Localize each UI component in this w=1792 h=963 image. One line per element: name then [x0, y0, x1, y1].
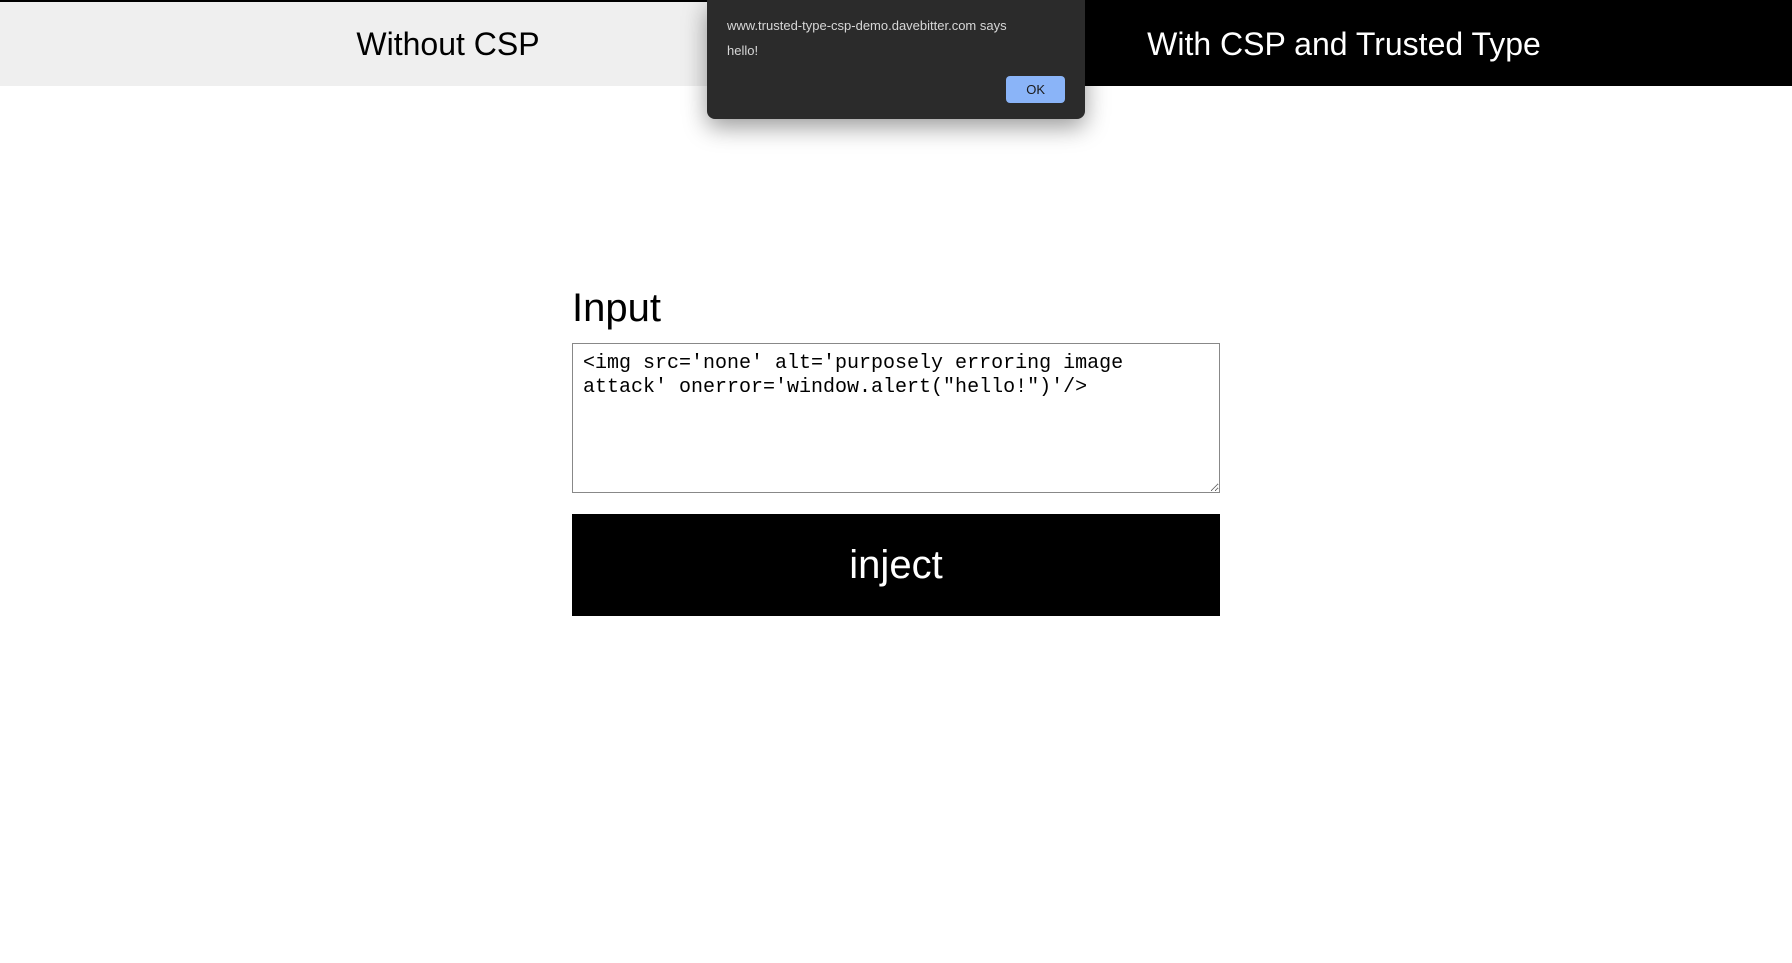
js-alert-dialog: www.trusted-type-csp-demo.davebitter.com… — [707, 0, 1085, 119]
main-content: Input inject — [0, 86, 1792, 616]
form-area: Input inject — [572, 286, 1220, 616]
tab-left-label: Without CSP — [356, 26, 539, 63]
alert-actions: OK — [727, 76, 1065, 103]
alert-ok-button[interactable]: OK — [1006, 76, 1065, 103]
inject-button[interactable]: inject — [572, 514, 1220, 616]
alert-title: www.trusted-type-csp-demo.davebitter.com… — [727, 18, 1065, 33]
input-heading: Input — [572, 286, 1220, 331]
alert-message: hello! — [727, 43, 1065, 58]
tab-right-label: With CSP and Trusted Type — [1147, 26, 1541, 63]
code-input[interactable] — [572, 343, 1220, 493]
